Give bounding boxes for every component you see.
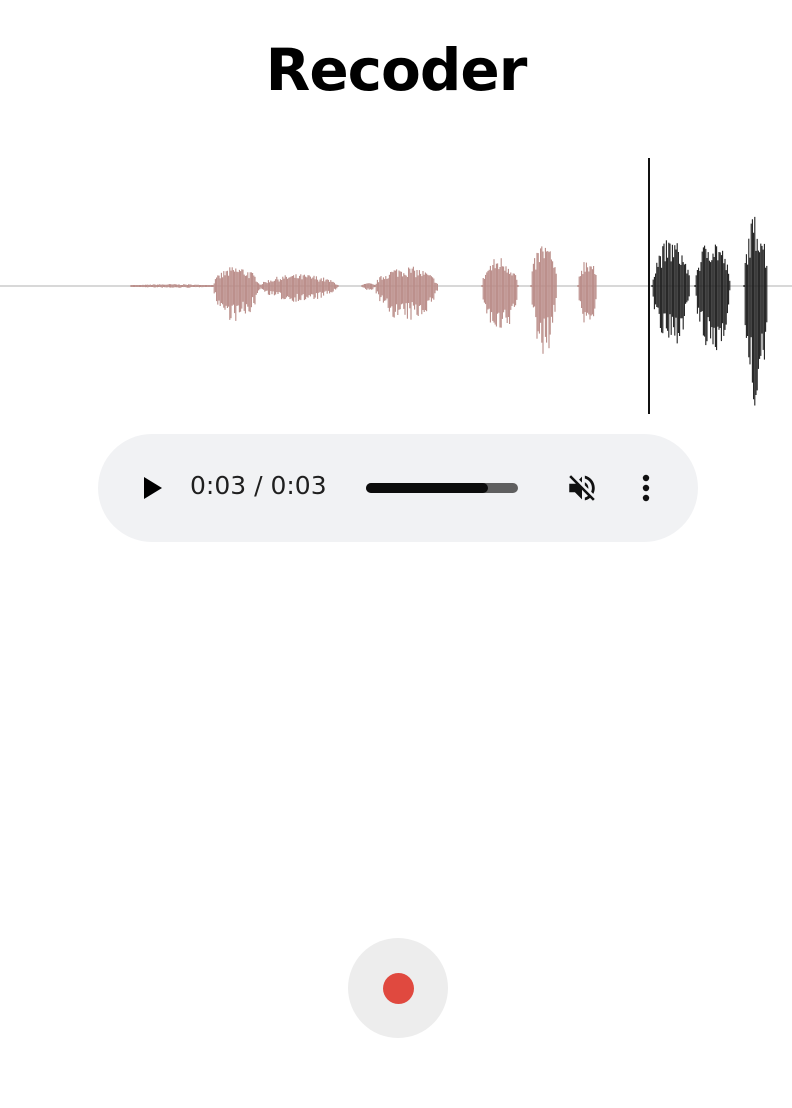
record-button[interactable] bbox=[348, 938, 448, 1038]
progress-bar-fill bbox=[366, 483, 488, 493]
waveform-bars bbox=[130, 216, 768, 406]
time-display: 0:03 / 0:03 bbox=[190, 471, 327, 500]
page-title: Recoder bbox=[265, 36, 528, 104]
play-icon bbox=[144, 477, 162, 499]
waveform[interactable] bbox=[0, 156, 792, 416]
more-options-button[interactable] bbox=[628, 466, 664, 510]
play-button[interactable] bbox=[128, 464, 176, 512]
mute-button[interactable] bbox=[560, 466, 604, 510]
volume-off-icon bbox=[569, 475, 595, 501]
record-icon bbox=[382, 972, 414, 1004]
waveform-canvas[interactable] bbox=[0, 156, 792, 416]
more-vertical-icon bbox=[642, 474, 650, 502]
progress-bar[interactable] bbox=[366, 483, 518, 493]
